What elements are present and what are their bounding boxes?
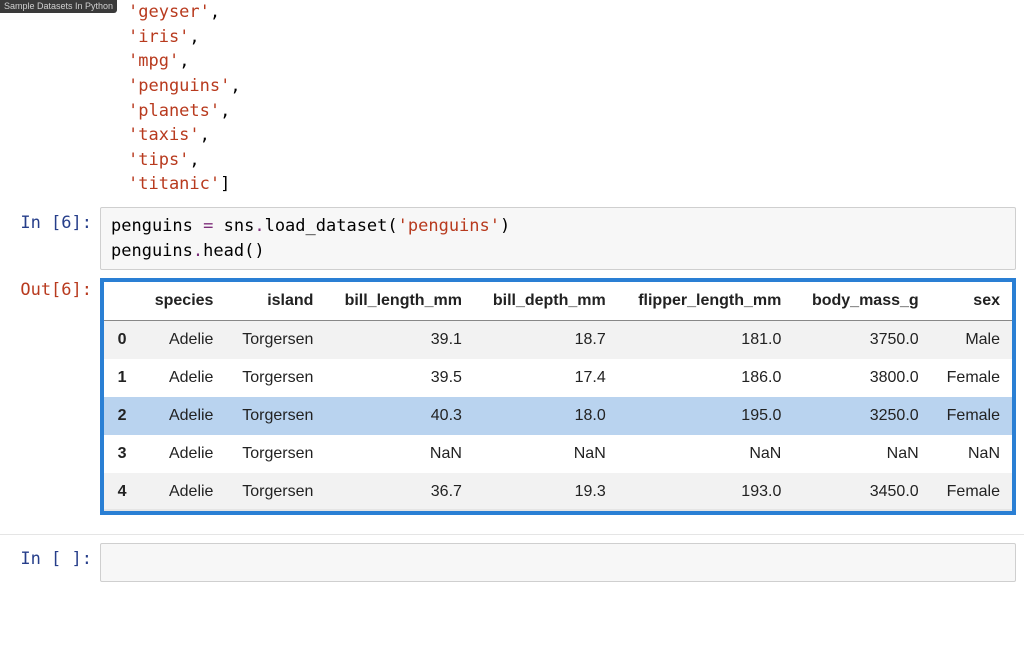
divider bbox=[0, 534, 1024, 535]
df-cell: NaN bbox=[325, 435, 474, 473]
df-cell: Adelie bbox=[139, 435, 226, 473]
df-cell: Adelie bbox=[139, 473, 226, 511]
df-row-index: 4 bbox=[104, 473, 139, 511]
table-row[interactable]: 3AdelieTorgersenNaNNaNNaNNaNNaN bbox=[104, 435, 1012, 473]
table-row[interactable]: 4AdelieTorgersen36.719.3193.03450.0Femal… bbox=[104, 473, 1012, 511]
dataframe-highlight-box: speciesislandbill_length_mmbill_depth_mm… bbox=[100, 278, 1016, 515]
df-col-header: flipper_length_mm bbox=[618, 282, 794, 321]
input-prompt: In [6]: bbox=[0, 207, 100, 233]
code-cell-empty: In [ ]: bbox=[0, 543, 1024, 582]
df-cell: NaN bbox=[618, 435, 794, 473]
df-index-header bbox=[104, 282, 139, 321]
df-cell: 3750.0 bbox=[793, 321, 930, 360]
df-cell: 18.0 bbox=[474, 397, 618, 435]
output-prompt: Out[6]: bbox=[0, 274, 100, 300]
df-cell: Torgersen bbox=[225, 321, 325, 360]
df-cell: Torgersen bbox=[225, 473, 325, 511]
df-cell: NaN bbox=[474, 435, 618, 473]
output-text: 'geyser', 'iris', 'mpg', 'penguins', 'pl… bbox=[100, 0, 1024, 203]
df-row-index: 1 bbox=[104, 359, 139, 397]
code-cell-6: In [6]: penguins = sns.load_dataset('pen… bbox=[0, 207, 1024, 270]
code-editor[interactable] bbox=[100, 543, 1016, 582]
df-cell: NaN bbox=[931, 435, 1012, 473]
df-col-header: body_mass_g bbox=[793, 282, 930, 321]
df-cell: 18.7 bbox=[474, 321, 618, 360]
jupyter-notebook: 'geyser', 'iris', 'mpg', 'penguins', 'pl… bbox=[0, 0, 1024, 582]
df-row-index: 3 bbox=[104, 435, 139, 473]
df-cell: Female bbox=[931, 397, 1012, 435]
dataframe-table: speciesislandbill_length_mmbill_depth_mm… bbox=[104, 282, 1012, 511]
df-cell: 17.4 bbox=[474, 359, 618, 397]
df-cell: 36.7 bbox=[325, 473, 474, 511]
df-col-header: sex bbox=[931, 282, 1012, 321]
table-row[interactable]: 1AdelieTorgersen39.517.4186.03800.0Femal… bbox=[104, 359, 1012, 397]
df-cell: 3250.0 bbox=[793, 397, 930, 435]
df-cell: NaN bbox=[793, 435, 930, 473]
input-prompt: In [ ]: bbox=[0, 543, 100, 569]
df-cell: 3800.0 bbox=[793, 359, 930, 397]
df-col-header: bill_depth_mm bbox=[474, 282, 618, 321]
df-cell: Torgersen bbox=[225, 397, 325, 435]
df-cell: 195.0 bbox=[618, 397, 794, 435]
df-cell: 39.5 bbox=[325, 359, 474, 397]
output-cell-6: Out[6]: speciesislandbill_length_mmbill_… bbox=[0, 274, 1024, 526]
table-row[interactable]: 2AdelieTorgersen40.318.0195.03250.0Femal… bbox=[104, 397, 1012, 435]
table-row[interactable]: 0AdelieTorgersen39.118.7181.03750.0Male bbox=[104, 321, 1012, 360]
df-cell: Adelie bbox=[139, 359, 226, 397]
df-row-index: 2 bbox=[104, 397, 139, 435]
df-cell: Male bbox=[931, 321, 1012, 360]
df-cell: 19.3 bbox=[474, 473, 618, 511]
df-cell: Torgersen bbox=[225, 435, 325, 473]
df-col-header: island bbox=[225, 282, 325, 321]
df-col-header: species bbox=[139, 282, 226, 321]
df-cell: Adelie bbox=[139, 321, 226, 360]
output-cell-dataset-names: 'geyser', 'iris', 'mpg', 'penguins', 'pl… bbox=[0, 0, 1024, 203]
df-cell: 40.3 bbox=[325, 397, 474, 435]
window-title-tag: Sample Datasets In Python bbox=[0, 0, 117, 13]
df-cell: Female bbox=[931, 473, 1012, 511]
df-cell: Torgersen bbox=[225, 359, 325, 397]
df-cell: 186.0 bbox=[618, 359, 794, 397]
df-cell: 193.0 bbox=[618, 473, 794, 511]
df-cell: 181.0 bbox=[618, 321, 794, 360]
code-editor[interactable]: penguins = sns.load_dataset('penguins') … bbox=[100, 207, 1016, 270]
df-col-header: bill_length_mm bbox=[325, 282, 474, 321]
df-cell: Adelie bbox=[139, 397, 226, 435]
df-cell: Female bbox=[931, 359, 1012, 397]
df-row-index: 0 bbox=[104, 321, 139, 360]
df-cell: 39.1 bbox=[325, 321, 474, 360]
df-cell: 3450.0 bbox=[793, 473, 930, 511]
